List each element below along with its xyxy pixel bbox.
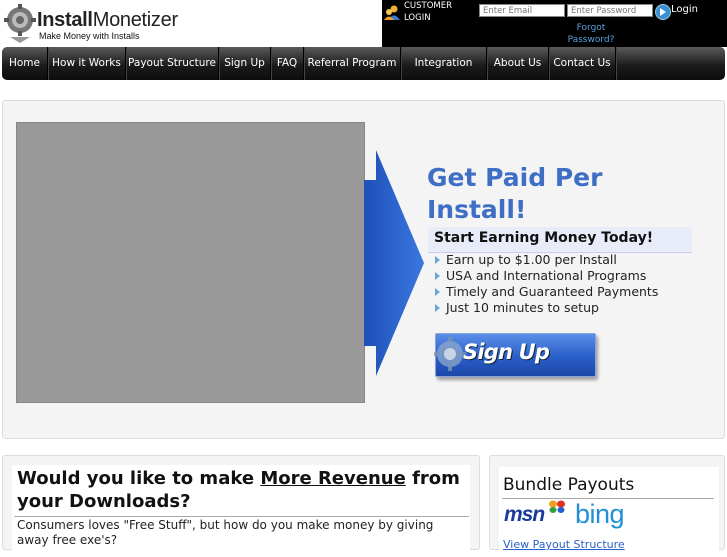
bundle-heading: Bundle Payouts [503,475,635,495]
users-icon [384,5,400,20]
more-revenue-link[interactable]: More Revenue [260,468,405,489]
logo-wordmark: InstallMonetizer [37,9,178,31]
nav-faq[interactable]: FAQ [271,47,304,80]
feature-list: Earn up to $1.00 per Install USA and Int… [435,252,658,316]
bullet-arrow-icon [435,272,440,280]
revenue-body: Consumers loves "Free Stuff", but how do… [17,518,434,547]
bullet-arrow-icon [435,304,440,312]
hero-subtitle: Start Earning Money Today! [434,230,654,246]
nav-integration-help[interactable]: Integration Help [401,47,487,102]
butterfly-icon [549,500,565,513]
divider [14,516,469,517]
login-arrow-icon[interactable] [655,4,671,20]
nav-contact-us[interactable]: Contact Us [549,47,616,80]
email-input[interactable] [479,4,565,17]
hero-subtitle-box: Start Earning Money Today! [428,227,692,253]
password-input[interactable] [567,4,653,17]
logo-tagline: Make Money with Installs [39,31,140,41]
main-nav: Home How it Works Payout Structure Sign … [2,47,725,102]
signup-button[interactable]: Sign Up [434,333,596,377]
feature-item: USA and International Programs [435,268,658,284]
nav-home[interactable]: Home [2,47,48,80]
feature-item: Just 10 minutes to setup [435,300,658,316]
hero-title: Get Paid Per Install! [427,163,603,224]
login-bar: CUSTOMER LOGIN Login Forgot Password? [382,0,727,47]
feature-item: Timely and Guaranteed Payments [435,284,658,300]
nav-payout-structure[interactable]: Payout Structure [126,47,219,80]
nav-about-us[interactable]: About Us [487,47,549,80]
nav-sign-up[interactable]: Sign Up [219,47,271,80]
bullet-arrow-icon [435,256,440,264]
bing-logo: bing [575,499,625,529]
gear-logo-icon [4,4,36,43]
msn-logo: msn [504,503,545,526]
feature-item: Earn up to $1.00 per Install [435,252,658,268]
nav-referral-program[interactable]: Referral Program [304,47,401,80]
customer-login-label: CUSTOMER LOGIN [404,1,453,23]
login-button[interactable]: Login [671,4,698,15]
bullet-arrow-icon [435,288,440,296]
site-logo[interactable]: InstallMonetizer Make Money with Install… [4,3,178,45]
nav-how-it-works[interactable]: How it Works [48,47,126,80]
video-placeholder[interactable] [16,122,365,403]
forgot-password-link[interactable]: Forgot Password? [566,22,616,46]
revenue-heading: Would you like to make More Revenue from… [17,468,460,512]
signup-button-label: Sign Up [463,340,550,364]
arrow-right-icon [364,150,424,376]
